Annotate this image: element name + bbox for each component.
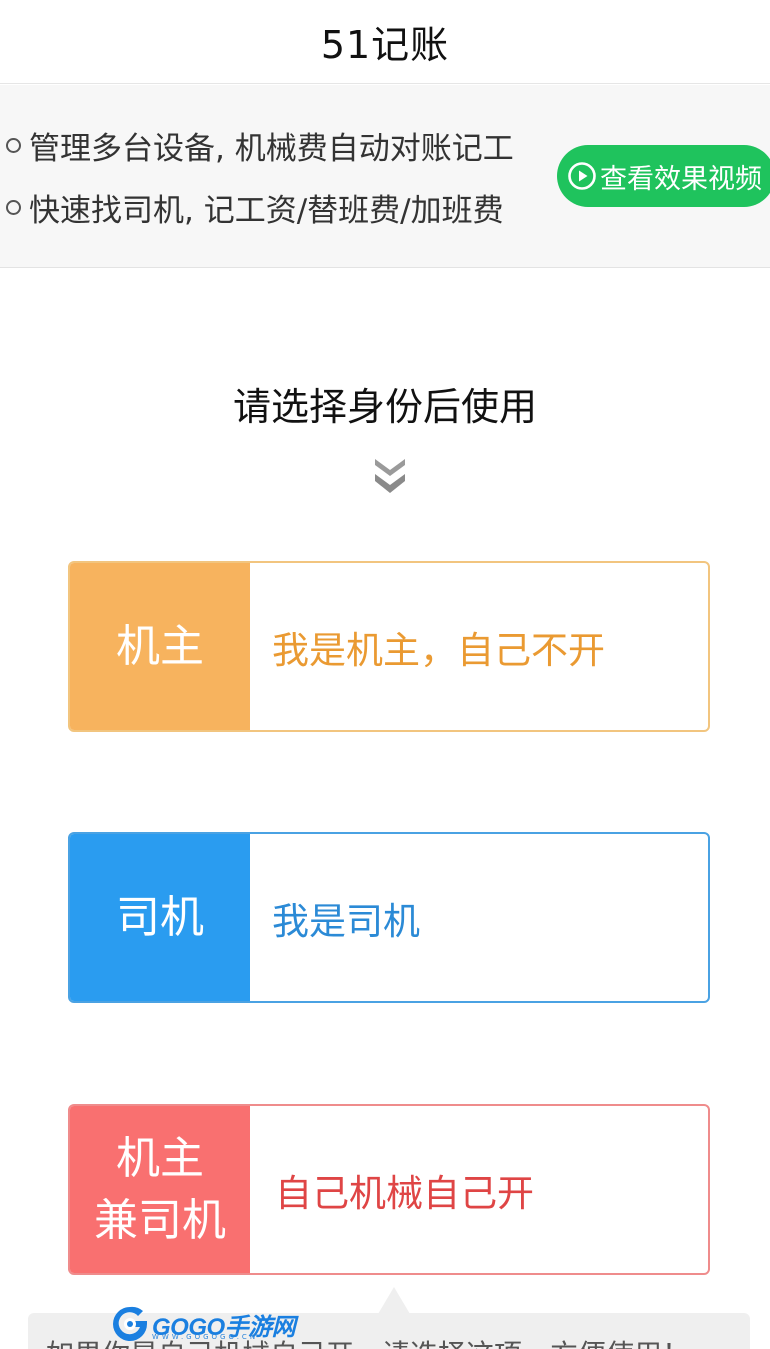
role-tag-owner: 机主: [70, 563, 250, 730]
role-tag-owner-driver: 机主 兼司机: [70, 1106, 250, 1273]
app-header: 51记账: [0, 0, 770, 84]
watermark-url: WWW.GOGOGO.CN: [152, 1333, 259, 1341]
feature-text: 快速找司机, 记工资/替班费/加班费: [29, 193, 504, 229]
role-option-owner-driver[interactable]: 机主 兼司机 自己机械自己开: [68, 1104, 710, 1275]
bullet-circle-icon: [6, 200, 21, 215]
watch-video-button[interactable]: 查看效果视频: [557, 145, 770, 207]
tooltip-caret: [378, 1287, 410, 1314]
page-title: 51记账: [320, 23, 450, 67]
feature-text: 管理多台设备, 机械费自动对账记工: [29, 131, 514, 167]
watermark-logo: GOGO手游网 WWW.GOGOGO.CN: [110, 1303, 296, 1345]
gogo-logo-icon: [113, 1306, 147, 1341]
role-description-driver: 我是司机: [272, 899, 420, 943]
watch-video-label: 查看效果视频: [600, 163, 762, 195]
role-description-owner-driver: 自己机械自己开: [275, 1171, 534, 1215]
role-option-driver[interactable]: 司机 我是司机: [68, 832, 710, 1003]
feature-banner[interactable]: 管理多台设备, 机械费自动对账记工 快速找司机, 记工资/替班费/加班费 查看效…: [0, 85, 770, 268]
feature-bullet: 快速找司机, 记工资/替班费/加班费: [6, 185, 504, 230]
bullet-circle-icon: [6, 138, 21, 153]
play-circle-icon: [568, 162, 596, 190]
role-tag-line: 机主: [116, 1132, 204, 1184]
role-tag-line: 兼司机: [94, 1194, 226, 1246]
role-description-owner: 我是机主，自己不开: [272, 628, 605, 672]
role-tag-driver: 司机: [70, 834, 250, 1001]
role-option-owner[interactable]: 机主 我是机主，自己不开: [68, 561, 710, 732]
double-chevron-down-icon: [375, 459, 405, 493]
feature-bullet: 管理多台设备, 机械费自动对账记工: [6, 123, 514, 168]
select-identity-prompt: 请选择身份后使用: [232, 385, 537, 429]
